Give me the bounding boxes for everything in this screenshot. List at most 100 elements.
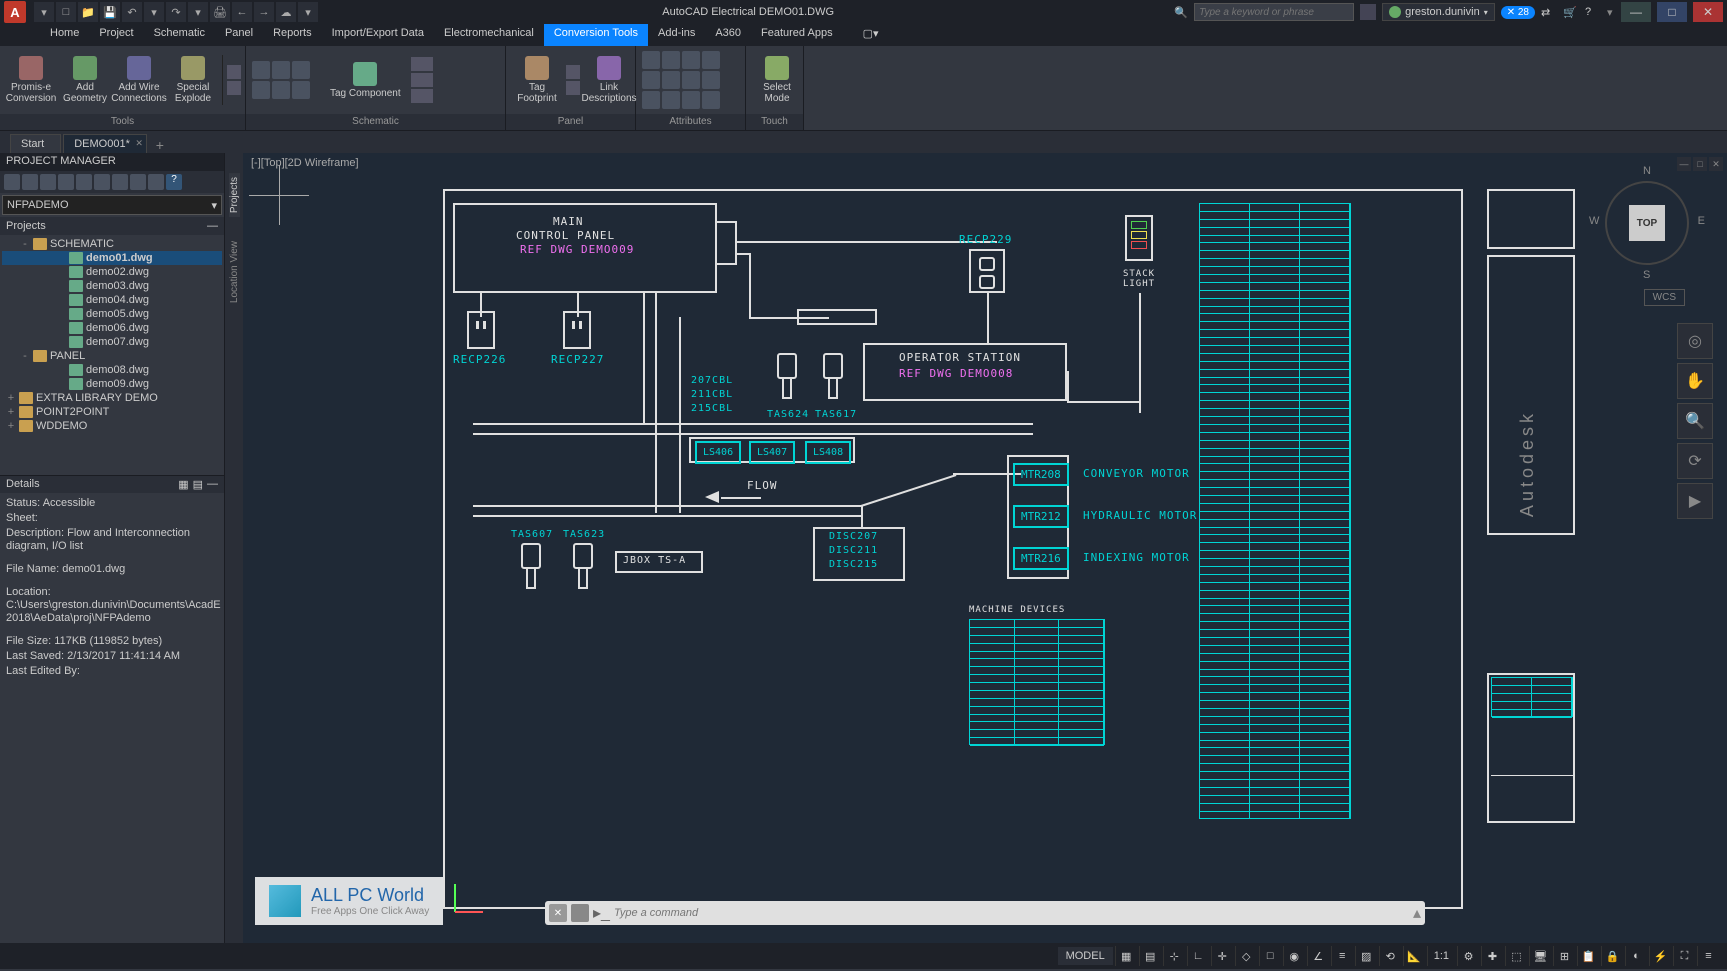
status-quickprops[interactable]: 📋 (1577, 946, 1599, 966)
attr-tool-2[interactable] (662, 51, 680, 69)
pm-tool-3[interactable] (40, 174, 56, 190)
status-clean[interactable]: ⛶ (1673, 946, 1695, 966)
tools-small-2[interactable] (227, 81, 241, 95)
qat-more[interactable]: ▾ (298, 2, 318, 22)
qat-redo-drop[interactable]: ▾ (188, 2, 208, 22)
pm-tool-9[interactable] (148, 174, 164, 190)
ribbon-tab-project[interactable]: Project (89, 24, 143, 46)
tree-node-point2point[interactable]: +POINT2POINT (2, 405, 222, 419)
panel-small-1[interactable] (566, 65, 580, 79)
doc-tab-demo001[interactable]: DEMO001*✕ (63, 134, 147, 153)
wcs-indicator[interactable]: WCS (1644, 289, 1685, 306)
nav-wheel[interactable]: ◎ (1677, 323, 1713, 359)
ribbon-tab-conversion[interactable]: Conversion Tools (544, 24, 648, 46)
status-annoscale[interactable]: 📐 (1403, 946, 1425, 966)
schem-tool-5[interactable] (272, 81, 290, 99)
status-scale[interactable]: 1:1 (1427, 946, 1455, 966)
panel-small-2[interactable] (566, 81, 580, 95)
ribbon-tab-import-export[interactable]: Import/Export Data (322, 24, 434, 46)
window-minimize[interactable]: — (1621, 2, 1651, 22)
status-annovis[interactable]: ✚ (1481, 946, 1503, 966)
vp-close[interactable]: ✕ (1709, 157, 1723, 171)
viewcube-east[interactable]: E (1698, 215, 1705, 227)
infocenter-icon[interactable] (1360, 4, 1376, 20)
qat-open[interactable]: 📁 (78, 2, 98, 22)
nav-pan[interactable]: ✋ (1677, 363, 1713, 399)
help-icon[interactable]: ? (1585, 6, 1601, 18)
tree-node-demo09-dwg[interactable]: demo09.dwg (2, 377, 222, 391)
status-lineweight[interactable]: ≡ (1331, 946, 1353, 966)
projects-section-header[interactable]: Projects— (0, 217, 224, 235)
help-dropdown[interactable]: ▾ (1607, 6, 1615, 19)
schem-tool-3[interactable] (292, 61, 310, 79)
cmd-customize-icon[interactable] (571, 904, 589, 922)
ribbon-tab-panel[interactable]: Panel (215, 24, 263, 46)
status-osnap[interactable]: □ (1259, 946, 1281, 966)
attr-tool-10[interactable] (662, 91, 680, 109)
window-close[interactable]: ✕ (1693, 2, 1723, 22)
status-3dosnap[interactable]: ◉ (1283, 946, 1305, 966)
viewcube-west[interactable]: W (1589, 215, 1599, 227)
link-descriptions-button[interactable]: Link Descriptions (584, 54, 634, 106)
add-tab-button[interactable]: + (149, 137, 171, 153)
attr-tool-1[interactable] (642, 51, 660, 69)
status-transparency[interactable]: ▨ (1355, 946, 1377, 966)
promise-conversion-button[interactable]: Promis-e Conversion (6, 54, 56, 106)
viewport-label[interactable]: [-][Top][2D Wireframe] (251, 157, 359, 169)
details-view-1[interactable]: ▦ (178, 478, 188, 491)
status-model-button[interactable]: MODEL (1058, 947, 1113, 965)
schem-drop-1[interactable] (411, 57, 433, 71)
qat-left[interactable]: ← (232, 2, 252, 22)
user-menu[interactable]: greston.dunivin ▾ (1382, 3, 1495, 21)
status-lock[interactable]: 🔒 (1601, 946, 1623, 966)
tree-node-demo06-dwg[interactable]: demo06.dwg (2, 321, 222, 335)
status-customize[interactable]: ≡ (1697, 946, 1719, 966)
qat-menu[interactable]: ▾ (34, 2, 54, 22)
qat-right[interactable]: → (254, 2, 274, 22)
select-mode-button[interactable]: Select Mode (752, 54, 802, 106)
pm-tool-8[interactable] (130, 174, 146, 190)
status-cycle[interactable]: ⟲ (1379, 946, 1401, 966)
ribbon-tab-schematic[interactable]: Schematic (144, 24, 215, 46)
tree-node-panel[interactable]: -PANEL (2, 349, 222, 363)
qat-undo[interactable]: ↶ (122, 2, 142, 22)
attr-tool-4[interactable] (702, 51, 720, 69)
attr-tool-8[interactable] (702, 71, 720, 89)
status-ortho[interactable]: ∟ (1187, 946, 1209, 966)
attr-tool-11[interactable] (682, 91, 700, 109)
pm-tool-5[interactable] (76, 174, 92, 190)
viewcube-south[interactable]: S (1643, 269, 1650, 281)
attr-tool-6[interactable] (662, 71, 680, 89)
schem-drop-3[interactable] (411, 89, 433, 103)
add-geometry-button[interactable]: Add Geometry (60, 54, 110, 106)
special-explode-button[interactable]: Special Explode (168, 54, 218, 106)
status-isolate[interactable]: ◐ (1625, 946, 1647, 966)
viewcube[interactable]: TOP N S E W (1587, 163, 1707, 283)
schem-tool-2[interactable] (272, 61, 290, 79)
pm-tool-2[interactable] (22, 174, 38, 190)
status-gear[interactable]: ⚙ (1457, 946, 1479, 966)
status-otrack[interactable]: ∠ (1307, 946, 1329, 966)
schem-tool-4[interactable] (252, 81, 270, 99)
tree-node-demo05-dwg[interactable]: demo05.dwg (2, 307, 222, 321)
details-view-2[interactable]: ▤ (193, 478, 203, 491)
vtab-location-view[interactable]: Location View (229, 237, 240, 307)
doc-tab-start[interactable]: Start (10, 134, 61, 153)
tree-node-wddemo[interactable]: +WDDEMO (2, 419, 222, 433)
attr-tool-7[interactable] (682, 71, 700, 89)
qat-cloud[interactable]: ☁ (276, 2, 296, 22)
ribbon-tab-a360[interactable]: A360 (705, 24, 751, 46)
qat-undo-drop[interactable]: ▾ (144, 2, 164, 22)
qat-save[interactable]: 💾 (100, 2, 120, 22)
pm-tool-7[interactable] (112, 174, 128, 190)
status-infer[interactable]: ⊹ (1163, 946, 1185, 966)
project-combo[interactable]: NFPADEMO▾ (2, 195, 222, 215)
ribbon-tab-addins[interactable]: Add-ins (648, 24, 705, 46)
ribbon-tab-home[interactable]: Home (40, 24, 89, 46)
ribbon-tab-electromechanical[interactable]: Electromechanical (434, 24, 544, 46)
attr-tool-5[interactable] (642, 71, 660, 89)
status-iso[interactable]: ◇ (1235, 946, 1257, 966)
pm-tool-6[interactable] (94, 174, 110, 190)
tree-node-demo07-dwg[interactable]: demo07.dwg (2, 335, 222, 349)
add-wire-connections-button[interactable]: Add Wire Connections (114, 54, 164, 106)
